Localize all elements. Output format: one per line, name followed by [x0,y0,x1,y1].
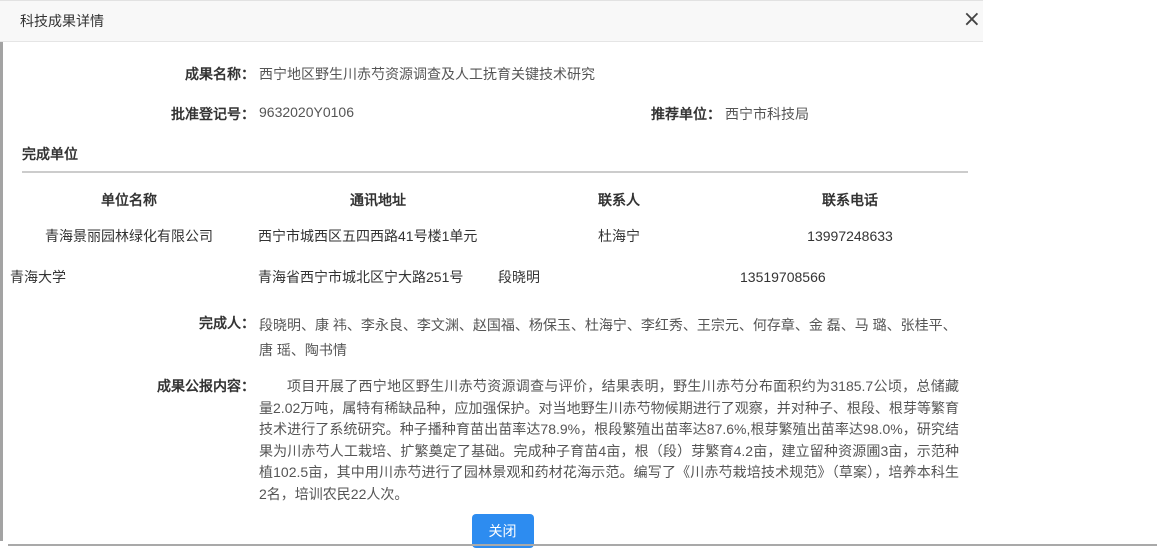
cell-phone: 13997248633 [740,228,960,244]
bulletin-content-value: 项目开展了西宁地区野生川赤芍资源调查与评价，结果表明，野生川赤芍分布面积约为31… [259,376,959,505]
modal-footer: 关闭 [0,514,983,548]
cell-unit-name: 青海景丽园林绿化有限公司 [0,226,258,246]
field-achievement-name: 成果名称： 西宁地区野生川赤芍资源调查及人工抚育关键技术研究 [0,64,983,84]
achievement-detail-modal: 科技成果详情 × 成果名称： 西宁地区野生川赤芍资源调查及人工抚育关键技术研究 … [0,0,983,548]
completing-units-section-title: 完成单位 [22,144,968,173]
table-row: 青海景丽园林绿化有限公司 西宁市城西区五四西路41号楼1单元 杜海宁 13997… [0,215,960,256]
close-button[interactable]: 关闭 [472,514,534,548]
table-row: 青海大学 青海省西宁市城北区宁大路251号 段晓明 13519708566 [0,256,960,297]
bulletin-content-label: 成果公报内容： [0,376,255,396]
table-header-row: 单位名称 通讯地址 联系人 联系电话 [0,185,960,215]
window-left-edge [0,8,3,541]
col-header-contact: 联系人 [498,190,740,210]
completing-persons-label: 完成人： [0,313,255,333]
recommender-value: 西宁市科技局 [725,104,809,124]
recommender-label: 推荐单位： [559,104,721,124]
cell-unit-name: 青海大学 [0,267,258,287]
col-header-unit-name: 单位名称 [0,190,258,210]
registration-no-label: 批准登记号： [0,104,255,124]
achievement-name-label: 成果名称： [0,64,255,84]
cell-contact: 段晓明 [498,267,740,287]
completing-units-table: 单位名称 通讯地址 联系人 联系电话 青海景丽园林绿化有限公司 西宁市城西区五四… [0,185,983,297]
modal-title: 科技成果详情 [20,11,104,31]
cell-contact: 杜海宁 [498,226,740,246]
achievement-name-value: 西宁地区野生川赤芍资源调查及人工抚育关键技术研究 [259,64,595,84]
cell-address: 西宁市城西区五四西路41号楼1单元 [258,226,498,246]
close-icon[interactable]: × [963,9,981,31]
cell-address: 青海省西宁市城北区宁大路251号 [258,267,498,287]
modal-header: 科技成果详情 × [0,0,983,42]
field-registration-row: 批准登记号： 9632020Y0106 推荐单位： 西宁市科技局 [0,104,983,124]
registration-no-value: 9632020Y0106 [259,104,559,120]
page-bottom-divider [8,544,1157,546]
completing-persons-value: 段晓明、康 祎、李永良、李文渊、赵国福、杨保玉、杜海宁、李红秀、王宗元、何存章、… [259,313,964,363]
field-completing-persons: 完成人： 段晓明、康 祎、李永良、李文渊、赵国福、杨保玉、杜海宁、李红秀、王宗元… [0,313,983,363]
col-header-address: 通讯地址 [258,190,498,210]
field-bulletin-content: 成果公报内容： 项目开展了西宁地区野生川赤芍资源调查与评价，结果表明，野生川赤芍… [0,376,983,505]
cell-phone: 13519708566 [740,269,960,285]
col-header-phone: 联系电话 [740,190,960,210]
